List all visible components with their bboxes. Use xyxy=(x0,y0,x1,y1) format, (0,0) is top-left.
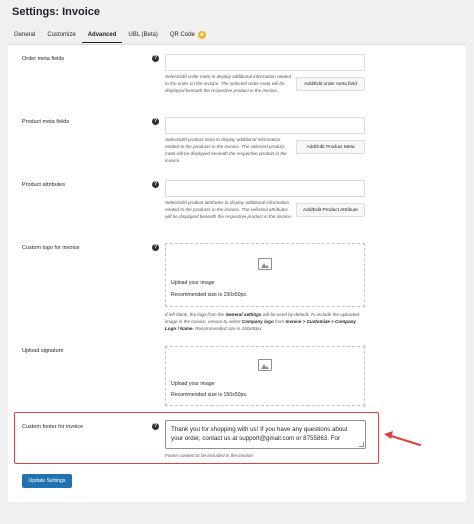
help-icon[interactable]: ? xyxy=(152,55,159,62)
logo-note: If left blank, the logo from the General… xyxy=(165,311,365,332)
order-meta-description: Select/add order meta to display additio… xyxy=(165,74,292,93)
upload-signature-label: Upload signature xyxy=(22,348,64,354)
tab-advanced[interactable]: Advanced xyxy=(81,29,123,43)
tab-customize[interactable]: Customize xyxy=(41,29,81,43)
tab-label: General xyxy=(14,32,36,38)
tab-label: QR Code xyxy=(169,32,195,38)
note-text: . Recommended size is 150x50px. xyxy=(192,326,263,331)
image-icon xyxy=(258,258,272,270)
product-meta-label: Product meta fields xyxy=(22,119,70,125)
recommended-size-text: Recommended size is 150x50px. xyxy=(171,392,248,398)
recommended-size-text: Recommended size is 150x50px. xyxy=(171,292,248,298)
product-meta-select[interactable] xyxy=(165,117,365,134)
tab-general[interactable]: General xyxy=(8,29,41,43)
custom-logo-label: Custom logo for invoice xyxy=(22,245,80,251)
note-company-logo: Company logo xyxy=(241,319,274,324)
footer-note: Footer content to be included in the inv… xyxy=(165,453,254,458)
help-icon[interactable]: ? xyxy=(152,423,159,430)
signature-upload-area[interactable]: Upload your image Recommended size is 15… xyxy=(165,346,365,406)
settings-tabs: General Customize Advanced UBL (Beta) QR… xyxy=(8,29,212,43)
custom-footer-label: Custom footer for invoice xyxy=(22,424,84,430)
page-title: Settings: Invoice xyxy=(12,6,101,18)
arrow-icon xyxy=(384,431,422,447)
tab-qr-code[interactable]: QR Code ★ xyxy=(164,29,212,43)
product-attributes-label: Product attributes xyxy=(22,182,66,188)
note-text: If left blank, the logo from the xyxy=(165,312,226,317)
upload-image-text: Upload your image xyxy=(171,280,215,286)
order-meta-select[interactable] xyxy=(165,54,365,71)
tab-label: Advanced xyxy=(87,31,117,38)
add-order-meta-button[interactable]: Add/Edit order meta field xyxy=(296,77,365,91)
help-icon[interactable]: ? xyxy=(152,181,159,188)
star-icon: ★ xyxy=(197,31,206,39)
tab-label: UBL (Beta) xyxy=(128,32,158,38)
note-link-general-settings: General settings xyxy=(225,312,262,317)
product-meta-description: Select/add product meta to display addit… xyxy=(165,137,287,163)
image-icon xyxy=(258,359,272,371)
product-attributes-description: Select/add product attributes to display… xyxy=(165,200,293,219)
product-attributes-select[interactable] xyxy=(165,180,365,197)
order-meta-label: Order meta fields xyxy=(22,56,65,62)
upload-image-text: Upload your image xyxy=(171,381,215,387)
help-icon[interactable]: ? xyxy=(152,118,159,125)
custom-footer-textarea[interactable]: Thank you for shopping with us! If you h… xyxy=(165,420,366,449)
tab-ubl-beta[interactable]: UBL (Beta) xyxy=(122,29,163,43)
logo-upload-area[interactable]: Upload your image Recommended size is 15… xyxy=(165,243,365,307)
footer-text: Thank you for shopping with us! If you h… xyxy=(171,426,348,442)
note-text: from xyxy=(273,319,286,324)
help-icon[interactable]: ? xyxy=(152,244,159,251)
add-product-meta-button[interactable]: Add/Edit Product Meta xyxy=(296,140,365,154)
tab-label: Customize xyxy=(47,32,76,38)
add-product-attribute-button[interactable]: Add/Edit Product Attribute xyxy=(296,203,365,217)
resize-handle-icon[interactable] xyxy=(359,442,364,447)
update-settings-button[interactable]: Update Settings xyxy=(22,474,72,488)
